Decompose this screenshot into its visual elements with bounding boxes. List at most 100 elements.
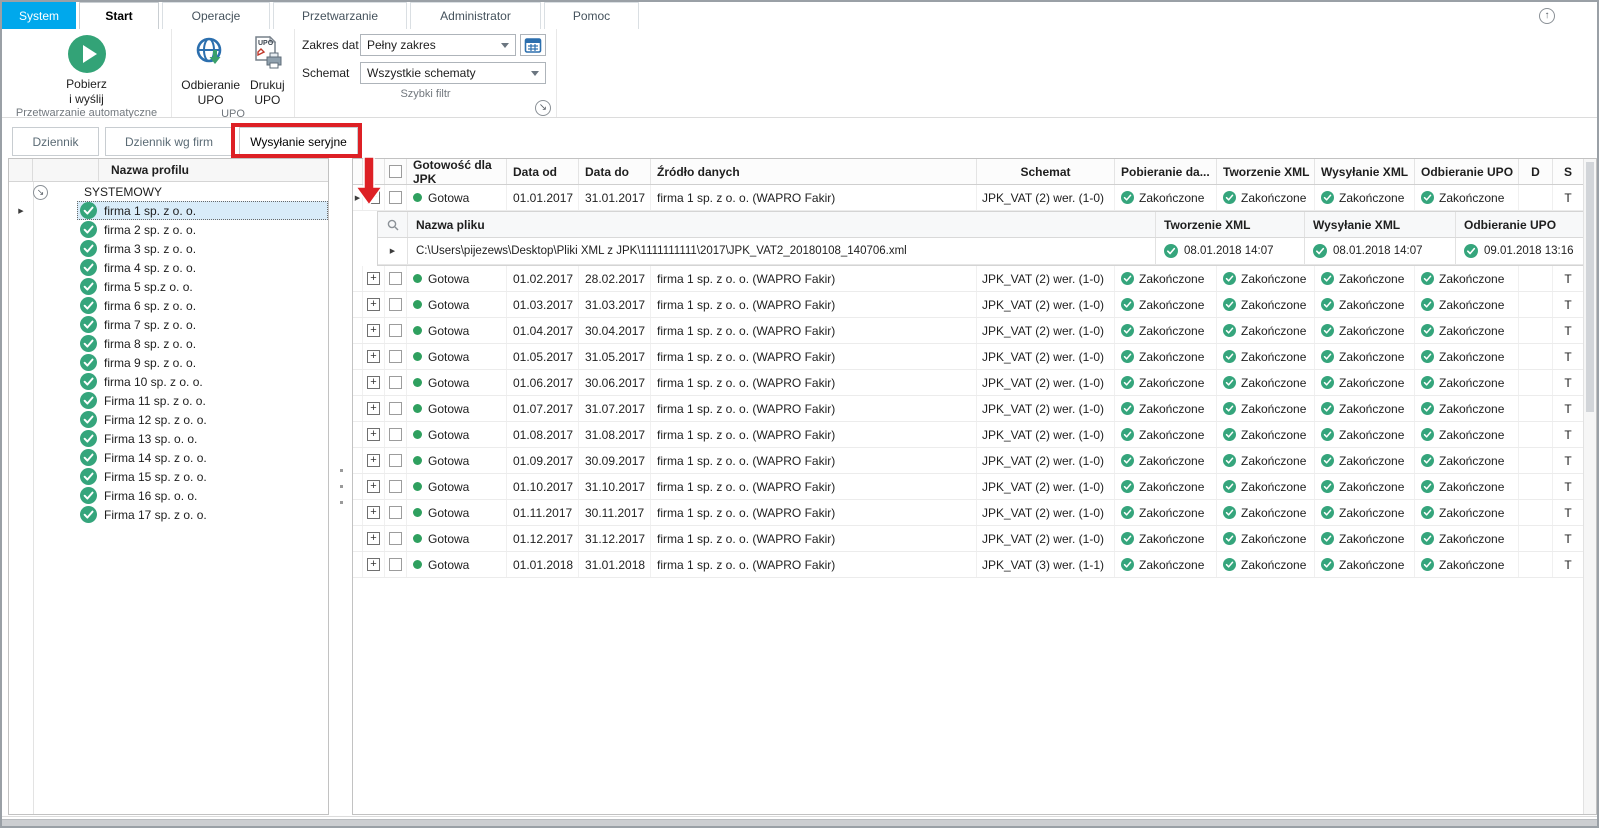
pobierz-i-wyslij-button[interactable]: Pobierzi wyślij	[66, 35, 107, 107]
grid-row[interactable]: +Gotowa01.06.201730.06.2017firma 1 sp. z…	[353, 370, 1583, 396]
expand-row-button[interactable]: +	[367, 506, 380, 519]
column-header-wysylanie[interactable]: Wysyłanie XML	[1315, 159, 1415, 184]
profile-row[interactable]: firma 3 sp. z o. o.	[9, 239, 328, 258]
profile-row[interactable]: firma 6 sp. z o. o.	[9, 296, 328, 315]
column-header-detail-tworzenie[interactable]: Tworzenie XML	[1156, 212, 1305, 237]
tab-pomoc[interactable]: Pomoc	[544, 2, 639, 29]
tab-start[interactable]: Start	[79, 2, 159, 29]
profile-row[interactable]: firma 9 sp. z o. o.	[9, 353, 328, 372]
ribbon-collapse-icon[interactable]: ↑	[1539, 8, 1555, 24]
profile-row[interactable]: firma 8 sp. z o. o.	[9, 334, 328, 353]
expand-row-button[interactable]: +	[367, 428, 380, 441]
grid-row[interactable]: +Gotowa01.07.201731.07.2017firma 1 sp. z…	[353, 396, 1583, 422]
row-checkbox[interactable]	[389, 558, 402, 571]
row-checkbox[interactable]	[389, 298, 402, 311]
grid-row[interactable]: +Gotowa01.12.201731.12.2017firma 1 sp. z…	[353, 526, 1583, 552]
row-checkbox[interactable]	[389, 324, 402, 337]
grid-row[interactable]: +Gotowa01.03.201731.03.2017firma 1 sp. z…	[353, 292, 1583, 318]
search-cell[interactable]	[378, 212, 408, 237]
profile-row[interactable]: firma 10 sp. z o. o.	[9, 372, 328, 391]
row-checkbox[interactable]	[389, 454, 402, 467]
profile-row[interactable]: firma 4 sp. z o. o.	[9, 258, 328, 277]
profile-row[interactable]: Firma 12 sp. z o. o.	[9, 410, 328, 429]
tab-operacje[interactable]: Operacje	[162, 2, 270, 29]
schemat-combobox[interactable]: Wszystkie schematy	[360, 62, 546, 84]
grid-row[interactable]: +Gotowa01.10.201731.10.2017firma 1 sp. z…	[353, 474, 1583, 500]
column-header-odbieranie[interactable]: Odbieranie UPO	[1415, 159, 1519, 184]
profile-row[interactable]: firma 2 sp. z o. o.	[9, 220, 328, 239]
column-header-zrodlo[interactable]: Źródło danych	[651, 159, 977, 184]
dialog-launcher-icon[interactable]: ↘	[535, 100, 551, 116]
expand-row-button[interactable]: +	[367, 402, 380, 415]
row-checkbox[interactable]	[389, 350, 402, 363]
profile-row[interactable]: ▶firma 1 sp. z o. o.	[9, 201, 328, 220]
expand-row-button[interactable]: +	[367, 350, 380, 363]
expand-row-button[interactable]: +	[367, 454, 380, 467]
grid-row[interactable]: ▶−Gotowa01.01.201731.01.2017firma 1 sp. …	[353, 185, 1583, 211]
column-header-d[interactable]: D	[1519, 159, 1553, 184]
column-header-pobieranie[interactable]: Pobieranie da...	[1115, 159, 1217, 184]
tab-przetwarzanie[interactable]: Przetwarzanie	[273, 2, 407, 29]
grid-row[interactable]: +Gotowa01.01.201831.01.2018firma 1 sp. z…	[353, 552, 1583, 578]
profiles-column-header[interactable]: Nazwa profilu	[99, 163, 328, 177]
expand-row-button[interactable]: +	[367, 272, 380, 285]
column-header-detail-odbieranie[interactable]: Odbieranie UPO	[1456, 212, 1583, 237]
detail-file-row[interactable]: ▶ C:\Users\pijezews\Desktop\Pliki XML z …	[378, 238, 1583, 265]
panel-splitter[interactable]	[330, 158, 352, 815]
profile-row[interactable]: Firma 13 sp. o. o.	[9, 429, 328, 448]
expand-row-button[interactable]: +	[367, 324, 380, 337]
column-header-tworzenie[interactable]: Tworzenie XML	[1217, 159, 1315, 184]
expand-row-button[interactable]: +	[367, 376, 380, 389]
column-header-gotowosc[interactable]: Gotowość dla JPK	[407, 159, 507, 184]
row-checkbox[interactable]	[389, 376, 402, 389]
expand-row-button[interactable]: +	[367, 298, 380, 311]
column-header-s[interactable]: S	[1553, 159, 1583, 184]
select-all-checkbox[interactable]	[389, 165, 402, 178]
calendar-button[interactable]	[520, 34, 546, 56]
row-checkbox[interactable]	[389, 191, 402, 204]
row-checkbox[interactable]	[389, 272, 402, 285]
profile-row[interactable]: firma 7 sp. z o. o.	[9, 315, 328, 334]
row-checkbox[interactable]	[389, 532, 402, 545]
check-circle-icon	[1121, 454, 1134, 467]
grid-row[interactable]: +Gotowa01.04.201730.04.2017firma 1 sp. z…	[353, 318, 1583, 344]
grid-row[interactable]: +Gotowa01.11.201730.11.2017firma 1 sp. z…	[353, 500, 1583, 526]
column-header-data-od[interactable]: Data od	[507, 159, 579, 184]
profile-row[interactable]: Firma 11 sp. z o. o.	[9, 391, 328, 410]
odbieranie-upo-button[interactable]: OdbieranieUPO	[181, 35, 240, 108]
grid-row[interactable]: +Gotowa01.08.201731.08.2017firma 1 sp. z…	[353, 422, 1583, 448]
profile-row[interactable]: Firma 17 sp. z o. o.	[9, 505, 328, 524]
zakres-dat-combobox[interactable]: Pełny zakres	[360, 34, 516, 56]
grid-row[interactable]: +Gotowa01.09.201730.09.2017firma 1 sp. z…	[353, 448, 1583, 474]
profile-row[interactable]: firma 5 sp.z o. o.	[9, 277, 328, 296]
grid-row[interactable]: +Gotowa01.02.201728.02.2017firma 1 sp. z…	[353, 266, 1583, 292]
profile-row[interactable]: Firma 14 sp. z o. o.	[9, 448, 328, 467]
column-header-data-do[interactable]: Data do	[579, 159, 651, 184]
vertical-scrollbar[interactable]	[1583, 159, 1596, 814]
tab-system[interactable]: System	[2, 2, 76, 29]
row-checkbox[interactable]	[389, 402, 402, 415]
drukuj-upo-button[interactable]: UPO DrukujUPO	[250, 35, 285, 108]
row-checkbox[interactable]	[389, 428, 402, 441]
expand-row-button[interactable]: +	[367, 532, 380, 545]
check-circle-icon	[1223, 376, 1236, 389]
profile-row[interactable]: Firma 15 sp. z o. o.	[9, 467, 328, 486]
row-checkbox[interactable]	[389, 480, 402, 493]
column-header-nazwa-pliku[interactable]: Nazwa pliku	[408, 212, 1156, 237]
profile-row[interactable]: Firma 16 sp. o. o.	[9, 486, 328, 505]
scrollbar-thumb[interactable]	[1586, 162, 1594, 412]
group-collapse-icon[interactable]: ↘	[33, 185, 48, 200]
row-checkbox[interactable]	[389, 506, 402, 519]
check-circle-icon	[1223, 454, 1236, 467]
column-header-schemat[interactable]: Schemat	[977, 159, 1115, 184]
collapse-row-button[interactable]: −	[367, 191, 380, 204]
grid-row[interactable]: +Gotowa01.05.201731.05.2017firma 1 sp. z…	[353, 344, 1583, 370]
expand-row-button[interactable]: +	[367, 558, 380, 571]
tab-dziennik-wg-firm[interactable]: Dziennik wg firm	[105, 127, 233, 156]
column-header-detail-wysylanie[interactable]: Wysyłanie XML	[1305, 212, 1456, 237]
profile-group-row[interactable]: ↘ SYSTEMOWY	[9, 182, 328, 201]
expand-row-button[interactable]: +	[367, 480, 380, 493]
tab-administrator[interactable]: Administrator	[410, 2, 541, 29]
tab-dziennik[interactable]: Dziennik	[12, 127, 99, 156]
tab-wysylanie-seryjne[interactable]: Wysyłanie seryjne	[239, 127, 358, 156]
